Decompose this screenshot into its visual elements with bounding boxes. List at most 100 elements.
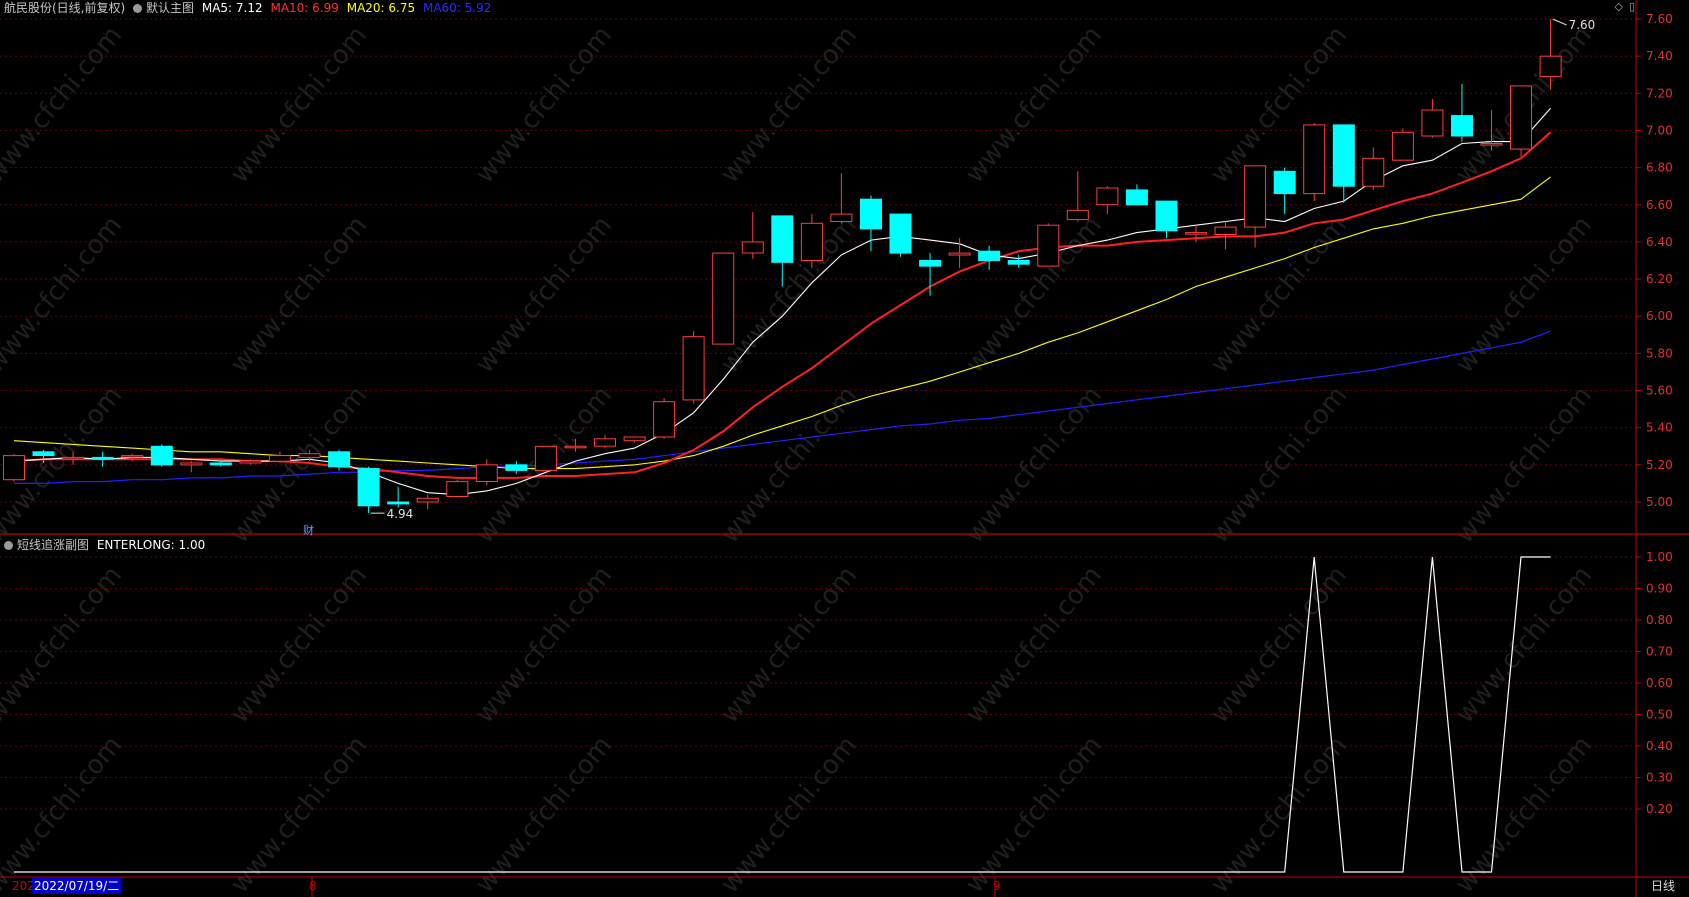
sub-y-tick-label: 0.80 bbox=[1646, 613, 1673, 627]
ma10-value: MA10: 6.99 bbox=[270, 1, 339, 15]
main-header: 航民股份(日线,前复权) 默认主图 MA5: 7.12 MA10: 6.99 M… bbox=[4, 1, 495, 15]
main-y-tick-label: 6.00 bbox=[1646, 309, 1673, 323]
candle-up bbox=[534, 445, 557, 471]
candle-down bbox=[1451, 115, 1473, 137]
candle-up bbox=[948, 252, 971, 256]
candle-up bbox=[712, 252, 735, 345]
sub-indicator-dot-icon[interactable] bbox=[4, 541, 13, 550]
sub-y-tick-label: 0.20 bbox=[1646, 802, 1673, 816]
window-icon[interactable]: ▯ bbox=[1629, 0, 1635, 13]
candle-up bbox=[1391, 131, 1414, 161]
candle-down bbox=[328, 451, 351, 468]
main-y-tick-label: 5.40 bbox=[1646, 421, 1673, 435]
ma60-value: MA60: 5.92 bbox=[422, 1, 492, 15]
candle-down bbox=[1007, 260, 1030, 265]
candle-down bbox=[1155, 200, 1178, 232]
candle-down bbox=[919, 260, 942, 267]
candle-down bbox=[1332, 124, 1355, 187]
ma5-value: MA5: 7.12 bbox=[201, 1, 263, 15]
low-price-label: 4.94 bbox=[387, 507, 414, 521]
watermark-text: www.cfchi.com bbox=[0, 211, 128, 380]
indicator-dot-icon[interactable] bbox=[133, 4, 143, 13]
sub-y-tick-label: 0.40 bbox=[1646, 739, 1673, 753]
sub-indicator-name[interactable]: 短线追涨副图 bbox=[17, 538, 89, 552]
sub-y-tick-label: 0.60 bbox=[1646, 676, 1673, 690]
sub-y-tick-label: 0.90 bbox=[1646, 582, 1673, 596]
watermark-layer: www.cfchi.com www.cfchi.com www.cfchi.com w… bbox=[0, 21, 1598, 897]
watermark-text: www.cfchi.com bbox=[225, 21, 373, 190]
candle-up bbox=[1066, 209, 1089, 221]
candle-up bbox=[1539, 55, 1562, 78]
candle-up bbox=[3, 455, 25, 481]
candle-up bbox=[446, 481, 469, 498]
candle-down bbox=[1125, 189, 1148, 206]
x-tick-month-8: 8 bbox=[309, 879, 317, 893]
main-y-tick-label: 7.00 bbox=[1646, 123, 1673, 137]
candle-down bbox=[978, 250, 1001, 261]
watermark-text: www.cfchi.com bbox=[225, 561, 373, 730]
candle-up bbox=[1037, 224, 1060, 267]
candle-up bbox=[830, 213, 853, 223]
main-y-tick-label: 6.80 bbox=[1646, 161, 1673, 175]
x-tick-month-9: 9 bbox=[993, 879, 1001, 893]
candle-up bbox=[682, 336, 705, 401]
ma20-value: MA20: 6.75 bbox=[346, 1, 416, 15]
candle-down bbox=[860, 198, 882, 230]
candle-up bbox=[741, 241, 764, 254]
candle-up bbox=[594, 438, 616, 447]
main-y-tick-label: 6.40 bbox=[1646, 235, 1673, 249]
main-y-tick-label: 7.20 bbox=[1646, 86, 1673, 100]
main-y-tick-label: 5.00 bbox=[1646, 495, 1673, 509]
diamond-icon[interactable]: ◇ bbox=[1614, 0, 1622, 13]
main-y-tick-label: 7.60 bbox=[1646, 12, 1673, 26]
watermark-text: www.cfchi.com bbox=[1205, 21, 1353, 190]
main-y-axis: 7.60 7.40 7.20 7.00 6.80 6.60 6.40 6.20 6.00 5.80… bbox=[1636, 12, 1673, 509]
candle-down bbox=[91, 456, 114, 460]
corner-icons: ◇ ▯ bbox=[1608, 0, 1635, 13]
sub-y-tick-label: 0.50 bbox=[1646, 708, 1673, 722]
candle-up bbox=[1421, 109, 1444, 137]
candle-down bbox=[32, 451, 55, 456]
sub-y-tick-label: 1.00 bbox=[1646, 550, 1673, 564]
sub-y-tick-label: 0.70 bbox=[1646, 645, 1673, 659]
watermark-text: www.cfchi.com bbox=[715, 561, 863, 730]
candle-down bbox=[889, 213, 912, 254]
candle-up bbox=[268, 455, 291, 462]
watermark-text: www.cfchi.com bbox=[715, 21, 863, 190]
candle-up bbox=[623, 436, 646, 442]
cai-marker[interactable]: 财 bbox=[303, 522, 314, 538]
main-y-tick-label: 6.60 bbox=[1646, 198, 1673, 212]
candle-down bbox=[150, 445, 173, 466]
stock-name[interactable]: 航民股份(日线,前复权) bbox=[4, 1, 125, 15]
candle-up bbox=[1510, 85, 1532, 150]
stock-chart[interactable]: www.cfchi.com www.cfchi.com www.cfchi.com w… bbox=[0, 0, 1689, 897]
watermark-text: www.cfchi.com bbox=[960, 21, 1108, 190]
sub-y-axis: 1.00 0.90 0.80 0.70 0.60 0.50 0.40 0.30 0.20 bbox=[1636, 550, 1673, 816]
main-y-tick-label: 5.20 bbox=[1646, 458, 1673, 472]
watermark-text: www.cfchi.com bbox=[0, 561, 128, 730]
period-label[interactable]: 日线 bbox=[1637, 878, 1689, 894]
candle-up bbox=[180, 462, 203, 466]
candle-up bbox=[1185, 232, 1207, 235]
candle-up bbox=[1214, 226, 1237, 236]
candle-down bbox=[505, 464, 528, 471]
candle-down bbox=[771, 215, 794, 263]
sub-header: 短线追涨副图 ENTERLONG: 1.00 bbox=[4, 538, 209, 552]
main-indicator-name[interactable]: 默认主图 bbox=[146, 1, 194, 15]
candle-up bbox=[653, 401, 676, 438]
candle-up bbox=[1096, 187, 1119, 206]
candle-up bbox=[1244, 165, 1267, 228]
candle-up bbox=[475, 464, 498, 482]
watermark-text: www.cfchi.com bbox=[470, 21, 618, 190]
candle-down bbox=[1273, 170, 1296, 195]
watermark-text: www.cfchi.com bbox=[960, 561, 1108, 730]
high-price-label: 7.60 bbox=[1569, 18, 1596, 32]
candle-up bbox=[416, 497, 439, 503]
main-y-tick-label: 7.40 bbox=[1646, 49, 1673, 63]
candle-up bbox=[121, 455, 144, 458]
candle-up bbox=[62, 456, 85, 460]
candle-up bbox=[298, 453, 321, 458]
candle-down bbox=[357, 468, 380, 507]
candle-up bbox=[1480, 143, 1503, 146]
candle-up bbox=[800, 222, 823, 262]
